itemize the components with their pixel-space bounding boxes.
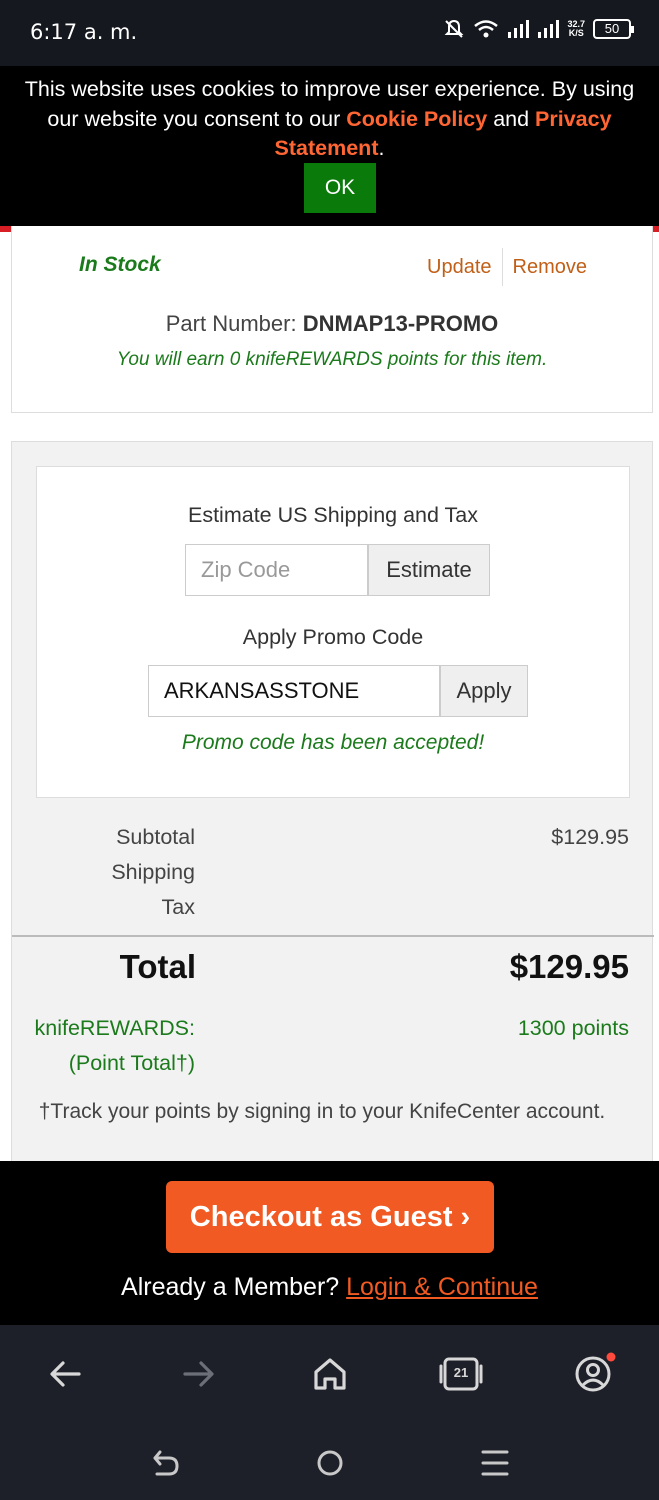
action-divider xyxy=(501,248,503,286)
estimate-button[interactable]: Estimate xyxy=(368,544,490,596)
promo-row: ARKANSASSTONE Apply xyxy=(148,665,528,717)
remove-link[interactable]: Remove xyxy=(513,256,587,279)
tab-count: 21 xyxy=(453,1365,469,1380)
item-actions: Update Remove xyxy=(427,248,587,286)
rewards-earn-note: You will earn 0 knifeREWARDS points for … xyxy=(116,349,548,370)
checkout-bar: Checkout as Guest › Already a Member? Lo… xyxy=(0,1161,659,1325)
shipping-promo-box: Estimate US Shipping and Tax Zip Code Es… xyxy=(36,466,630,798)
checkout-as-guest-button[interactable]: Checkout as Guest › xyxy=(166,1181,494,1253)
status-icons: 32.7 K/S 50 xyxy=(443,18,634,40)
shipping-label: Shipping xyxy=(111,860,195,884)
browser-toolbar: 21 xyxy=(0,1325,659,1425)
back-gesture-icon[interactable] xyxy=(145,1443,185,1483)
cookie-message: This website uses cookies to improve use… xyxy=(0,66,659,164)
network-speed: 32.7 K/S xyxy=(567,20,585,38)
promo-heading: Apply Promo Code xyxy=(242,625,424,649)
account-icon xyxy=(575,1352,616,1392)
mute-icon xyxy=(445,19,464,38)
back-arrow-icon[interactable] xyxy=(41,1349,91,1399)
total-label: Total xyxy=(119,948,196,985)
stock-status: In Stock xyxy=(79,253,161,276)
zip-row: Zip Code Estimate xyxy=(185,544,490,596)
rewards-label: knifeREWARDS: xyxy=(34,1016,195,1040)
cookie-policy-link[interactable]: Cookie Policy xyxy=(346,107,487,131)
part-number-value: DNMAP13-PROMO xyxy=(302,311,499,336)
rewards-sublabel: (Point Total†) xyxy=(68,1051,195,1075)
tabs-button[interactable]: 21 xyxy=(436,1349,486,1399)
wifi-icon xyxy=(474,20,499,38)
login-continue-link[interactable]: Login & Continue xyxy=(346,1273,538,1301)
cart-item: In Stock Update Remove Part Number: DNMA… xyxy=(11,226,653,413)
cookie-ok-button[interactable]: OK xyxy=(304,163,376,213)
estimate-heading: Estimate US Shipping and Tax xyxy=(187,503,479,527)
apply-promo-button[interactable]: Apply xyxy=(440,665,528,717)
forward-arrow-icon[interactable] xyxy=(173,1349,223,1399)
part-number-label: Part Number: xyxy=(165,311,297,336)
part-number: Part Number: DNMAP13-PROMO xyxy=(12,311,652,337)
update-link[interactable]: Update xyxy=(427,256,492,279)
total-value: $129.95 xyxy=(509,948,629,985)
tax-label: Tax xyxy=(161,895,195,919)
cookie-text-end: . xyxy=(378,136,385,160)
cookie-text-and: and xyxy=(487,106,536,131)
system-nav-bar xyxy=(0,1425,659,1500)
rewards-points-value: 1300 points xyxy=(517,1016,629,1040)
member-login-prompt: Already a Member? Login & Continue xyxy=(0,1273,659,1302)
rewards-tracking-note: †Track your points by signing in to your… xyxy=(38,1100,606,1123)
cookie-banner: This website uses cookies to improve use… xyxy=(0,66,659,232)
signal-icon-2 xyxy=(538,20,560,38)
clock: 6:17 a. m. xyxy=(30,20,138,44)
battery-icon: 50 xyxy=(593,19,634,39)
recents-menu-icon[interactable] xyxy=(475,1443,515,1483)
member-prompt-text: Already a Member? xyxy=(121,1273,347,1301)
promo-code-input[interactable]: ARKANSASSTONE xyxy=(148,665,440,717)
home-icon[interactable] xyxy=(305,1349,355,1399)
signal-icon xyxy=(508,20,530,38)
zip-code-input[interactable]: Zip Code xyxy=(185,544,368,596)
subtotal-label: Subtotal xyxy=(116,825,195,849)
net-speed-unit: K/S xyxy=(568,28,584,38)
account-button[interactable] xyxy=(568,1349,618,1399)
subtotal-value: $129.95 xyxy=(551,825,629,849)
total-divider xyxy=(12,935,654,937)
promo-accepted-message: Promo code has been accepted! xyxy=(181,731,485,754)
status-bar: 6:17 a. m. 32.7 K/S 50 xyxy=(0,0,659,66)
order-summary: Estimate US Shipping and Tax Zip Code Es… xyxy=(11,441,654,1181)
home-circle-icon[interactable] xyxy=(310,1443,350,1483)
